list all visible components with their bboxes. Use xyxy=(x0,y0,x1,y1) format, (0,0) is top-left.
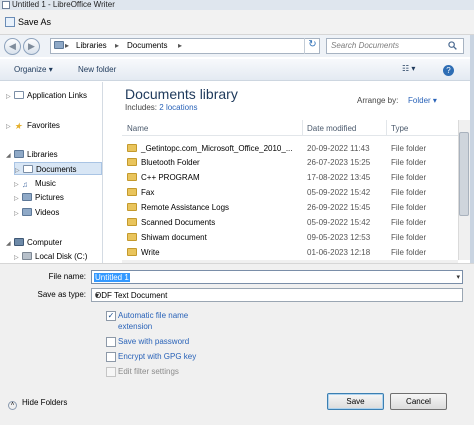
writer-app-icon xyxy=(2,1,10,9)
forward-button[interactable]: ▶ xyxy=(23,38,40,55)
edit-filter-label: Edit filter settings xyxy=(118,367,179,376)
file-row[interactable]: Fax 05-09-2022 15:42 File folder xyxy=(122,185,458,200)
chevron-down-icon: ▾ xyxy=(95,291,100,300)
file-row[interactable]: Scanned Documents 05-09-2022 15:42 File f… xyxy=(122,215,458,230)
library-title: Documents library xyxy=(125,86,238,102)
pictures-icon xyxy=(22,193,32,201)
arrange-by-dropdown[interactable]: Folder ▾ xyxy=(408,96,437,105)
folder-icon xyxy=(127,233,137,241)
libraries-icon xyxy=(14,150,24,158)
breadcrumb-libraries[interactable]: Libraries xyxy=(76,41,107,50)
sidebar-item-application-links[interactable]: ▷ Application Links xyxy=(6,89,87,102)
file-name-input[interactable]: Untitled 1 ▾ xyxy=(91,270,463,284)
folder-icon xyxy=(127,173,137,181)
organize-button[interactable]: Organize ▾ xyxy=(14,65,53,74)
view-options-icon[interactable]: ☷ ▾ xyxy=(402,64,415,73)
encrypt-gpg-label: Encrypt with GPG key xyxy=(118,352,197,361)
file-name-label: File name: xyxy=(48,272,86,281)
sidebar-item-documents[interactable]: ▷ Documents xyxy=(14,162,102,175)
folder-icon xyxy=(127,158,137,166)
locations-link[interactable]: 2 locations xyxy=(159,103,197,112)
sidebar-item-videos[interactable]: ▷ Videos xyxy=(14,206,59,219)
encrypt-gpg-checkbox[interactable] xyxy=(106,352,116,362)
save-dialog-icon xyxy=(5,17,15,27)
search-input[interactable]: Search Documents xyxy=(326,38,464,54)
sidebar-item-computer[interactable]: ◢ Computer xyxy=(6,236,62,249)
sidebar-item-local-disk[interactable]: ▷ Local Disk (C:) xyxy=(14,250,87,263)
folder-icon xyxy=(127,203,137,211)
file-list-header: Name Date modified Type xyxy=(122,120,458,136)
folder-icon xyxy=(127,248,137,256)
sidebar-item-music[interactable]: ▷ ♫ Music xyxy=(14,177,56,190)
star-icon: ★ xyxy=(14,121,23,131)
disk-icon xyxy=(22,252,32,260)
folder-icon xyxy=(127,218,137,226)
back-button[interactable]: ◀ xyxy=(4,38,21,55)
save-with-password-label: Save with password xyxy=(118,337,190,346)
app-title: Untitled 1 - LibreOffice Writer xyxy=(12,0,115,9)
sidebar-item-pictures[interactable]: ▷ Pictures xyxy=(14,191,64,204)
folder-icon xyxy=(14,91,24,99)
refresh-button[interactable]: ↻ xyxy=(304,38,320,54)
breadcrumb-separator: ▸ xyxy=(178,41,183,50)
column-header-type[interactable]: Type xyxy=(391,124,408,133)
library-includes: Includes: 2 locations xyxy=(125,103,198,112)
save-as-type-select[interactable]: ODF Text Document ▾ xyxy=(91,288,463,302)
file-list: _Getintopc.com_Microsoft_Office_2010_...… xyxy=(122,137,458,259)
breadcrumb-separator: ▸ xyxy=(115,41,120,50)
sidebar-item-libraries[interactable]: ◢ Libraries xyxy=(6,148,58,161)
chevron-up-icon: ˄ xyxy=(8,401,17,410)
folder-icon xyxy=(127,188,137,196)
breadcrumb-documents[interactable]: Documents xyxy=(127,41,167,50)
file-row[interactable]: Remote Assistance Logs 26-09-2022 15:45 F… xyxy=(122,200,458,215)
edit-filter-checkbox xyxy=(106,367,116,377)
file-row[interactable]: Bluetooth Folder 26-07-2023 15:25 File fo… xyxy=(122,155,458,170)
chevron-down-icon: ▾ xyxy=(432,96,437,105)
app-titlebar: Untitled 1 - LibreOffice Writer xyxy=(0,0,474,10)
file-row[interactable]: Shiwam document 09-05-2023 12:53 File fol… xyxy=(122,230,458,245)
new-folder-button[interactable]: New folder xyxy=(78,65,116,74)
auto-extension-checkbox[interactable]: ✓ xyxy=(106,311,116,321)
auto-extension-label: Automatic file name xyxy=(118,311,189,320)
folder-icon xyxy=(127,144,137,152)
column-header-name[interactable]: Name xyxy=(127,124,148,133)
chevron-down-icon: ▾ xyxy=(48,65,53,74)
breadcrumb-separator: ▸ xyxy=(65,41,70,50)
file-row[interactable]: Write 01-06-2023 12:18 File folder xyxy=(122,245,458,259)
column-header-date[interactable]: Date modified xyxy=(307,124,356,133)
hide-folders-button[interactable]: ˄ Hide Folders xyxy=(8,398,67,410)
scrollbar-thumb[interactable] xyxy=(459,132,469,216)
file-name-value: Untitled 1 xyxy=(94,273,130,282)
save-with-password-checkbox[interactable] xyxy=(106,337,116,347)
file-row[interactable]: _Getintopc.com_Microsoft_Office_2010_...… xyxy=(122,141,458,156)
arrange-by-label: Arrange by: xyxy=(357,96,399,105)
search-icon[interactable] xyxy=(448,41,457,50)
save-button[interactable]: Save xyxy=(327,393,384,410)
file-row[interactable]: C++ PROGRAM 17-08-2022 13:45 File folder xyxy=(122,170,458,185)
help-icon[interactable]: ? xyxy=(443,65,454,76)
dialog-titlebar: Save As xyxy=(0,10,474,35)
cancel-button[interactable]: Cancel xyxy=(390,393,447,410)
search-placeholder: Search Documents xyxy=(331,41,400,50)
sidebar-item-favorites[interactable]: ▷ ★ Favorites xyxy=(6,119,60,132)
command-toolbar: Organize ▾ New folder ☷ ▾ xyxy=(0,59,474,81)
save-as-type-label: Save as type: xyxy=(37,290,86,299)
chevron-down-icon[interactable]: ▾ xyxy=(456,273,460,281)
documents-icon xyxy=(23,165,33,173)
music-icon: ♫ xyxy=(22,180,28,189)
address-bar[interactable]: ▸ Libraries ▸ Documents ▸ xyxy=(50,38,320,54)
dialog-title: Save As xyxy=(18,17,52,27)
navigation-pane: ▷ Application Links ▷ ★ Favorites ◢ Librarie… xyxy=(0,82,103,263)
videos-icon xyxy=(22,208,32,216)
auto-extension-label-cont: extension xyxy=(118,322,153,331)
computer-icon xyxy=(14,238,24,246)
